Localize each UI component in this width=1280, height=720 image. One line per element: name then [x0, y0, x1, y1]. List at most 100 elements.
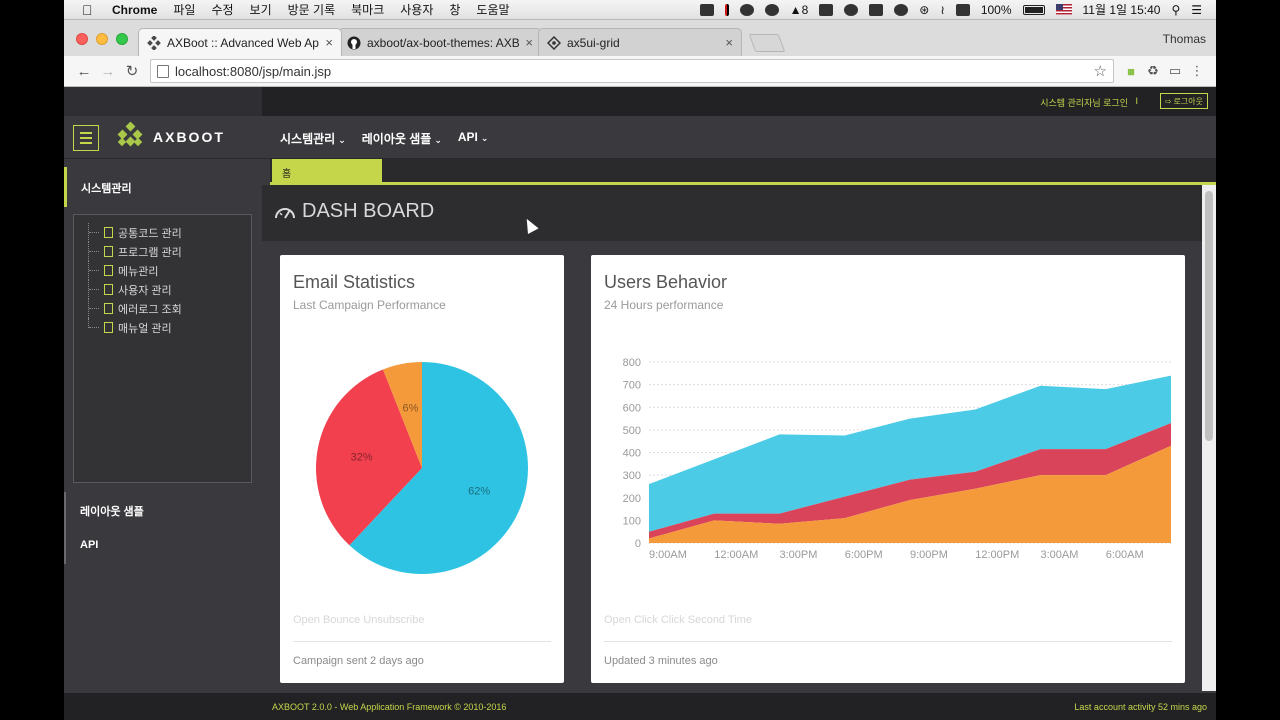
x-tick-label: 9:00PM	[910, 549, 948, 561]
tree-item-user[interactable]: 사용자 관리	[88, 280, 237, 299]
dashboard-content: DASH BOARD Email Statistics Last Campaig…	[262, 185, 1202, 691]
menubar-clock[interactable]: 11월 1일 15:40	[1083, 1, 1161, 18]
tab-close-icon[interactable]: ×	[325, 35, 333, 50]
logout-button[interactable]: ⇨ 로그아웃	[1159, 93, 1208, 109]
topnav-api[interactable]: API ⌄	[458, 130, 489, 147]
logo-text[interactable]: AXBOOT	[153, 129, 225, 145]
menu-window[interactable]: 창	[449, 1, 460, 18]
tree-item-menu[interactable]: 메뉴관리	[88, 261, 237, 280]
address-bar[interactable]: localhost:8080/jsp/main.jsp ☆	[150, 59, 1114, 83]
menu-edit[interactable]: 수정	[211, 1, 233, 18]
content-scrollbar[interactable]	[1202, 185, 1216, 691]
cloud-icon[interactable]	[844, 3, 859, 16]
topnav-label: 레이아웃 샘플	[361, 132, 432, 146]
cast-extension-icon[interactable]: ▭	[1164, 63, 1186, 79]
tree-item-label: 에러로그 조회	[118, 303, 182, 316]
tree-item-program[interactable]: 프로그램 관리	[88, 242, 237, 261]
document-icon	[104, 284, 113, 295]
bookmark-star-icon[interactable]: ☆	[1094, 62, 1107, 80]
menu-app-name[interactable]: Chrome	[112, 3, 157, 17]
wifi-icon[interactable]: ≀	[940, 3, 945, 17]
menu-people[interactable]: 사용자	[400, 1, 433, 18]
menu-history[interactable]: 방문 기록	[288, 1, 336, 18]
page-info-icon[interactable]	[157, 64, 169, 78]
adobe-icon[interactable]: ▲8	[790, 3, 809, 17]
time-machine-icon[interactable]	[894, 3, 909, 16]
topnav-system-management[interactable]: 시스템관리 ⌄	[280, 130, 346, 147]
notification-center-icon[interactable]: ☰	[1191, 3, 1202, 17]
tab-close-icon[interactable]: ×	[525, 35, 533, 50]
y-tick-label: 600	[623, 402, 641, 414]
browser-tab-ax5ui[interactable]: ax5ui-grid ×	[538, 28, 742, 56]
tree-item-common-code[interactable]: 공통코드 관리	[88, 223, 237, 242]
card-title: Email Statistics	[293, 272, 416, 292]
reload-button[interactable]: ↻	[120, 62, 144, 80]
dashboard-gauge-icon	[275, 207, 295, 219]
pie-slice-label: 6%	[403, 403, 419, 415]
y-tick-label: 500	[623, 425, 641, 437]
forward-button[interactable]: →	[96, 63, 120, 80]
menu-help[interactable]: 도움말	[476, 1, 509, 18]
document-icon	[104, 322, 113, 333]
back-button[interactable]: ←	[72, 63, 96, 80]
tab-home[interactable]: 홈	[272, 159, 382, 182]
menu-file[interactable]: 파일	[173, 1, 195, 18]
camera-icon[interactable]	[699, 3, 714, 16]
hamburger-menu-icon[interactable]	[73, 125, 99, 151]
menu-bookmarks[interactable]: 북마크	[351, 1, 384, 18]
bluetooth-icon[interactable]: ⊛	[919, 3, 929, 17]
apple-icon[interactable]: 	[82, 2, 100, 18]
tree-item-error-log[interactable]: 에러로그 조회	[88, 299, 237, 318]
y-tick-label: 200	[623, 493, 641, 505]
url-text[interactable]: localhost:8080/jsp/main.jsp	[175, 64, 331, 79]
footer-copyright: AXBOOT 2.0.0 - Web Application Framework…	[272, 702, 507, 712]
topnav-layout-sample[interactable]: 레이아웃 샘플 ⌄	[362, 130, 442, 147]
card-divider	[604, 641, 1172, 642]
minimize-window-button[interactable]	[96, 33, 108, 45]
us-flag-icon[interactable]	[1055, 4, 1072, 15]
airplay-icon[interactable]	[955, 3, 970, 16]
dropbox-icon[interactable]	[819, 3, 834, 16]
card-legend: Open Bounce Unsubscribe	[293, 614, 425, 626]
login-separator: I	[1135, 96, 1138, 106]
x-tick-label: 3:00AM	[1041, 549, 1079, 561]
clipboard-icon[interactable]	[869, 3, 884, 16]
sidebar-section-system-management[interactable]: 시스템관리	[64, 167, 262, 207]
tree-item-label: 매뉴얼 관리	[118, 322, 172, 335]
spotlight-search-icon[interactable]: ⚲	[1171, 3, 1180, 17]
recording-icon[interactable]	[724, 3, 729, 16]
menu-view[interactable]: 보기	[250, 1, 272, 18]
tree-item-manual[interactable]: 매뉴얼 관리	[88, 318, 237, 337]
recycle-extension-icon[interactable]: ♻	[1142, 63, 1164, 79]
browser-tab-axboot[interactable]: AXBoot :: Advanced Web Appl ×	[138, 28, 342, 56]
chevron-down-icon: ⌄	[480, 133, 489, 143]
chat-icon[interactable]	[764, 3, 779, 16]
y-tick-label: 0	[635, 538, 641, 550]
card-subtitle: 24 Hours performance	[604, 298, 724, 312]
sidebar-tree: 공통코드 관리 프로그램 관리 메뉴관리 사용자 관리 에러로그 조회 매뉴얼 …	[73, 214, 252, 483]
profile-name[interactable]: Thomas	[1163, 32, 1206, 46]
sidebar-group-api[interactable]: API	[64, 528, 262, 564]
browser-tab-github[interactable]: axboot/ax-boot-themes: AXBo ×	[338, 28, 542, 56]
evernote-icon[interactable]	[739, 3, 754, 16]
document-icon	[104, 227, 113, 238]
sidebar-group-layout-sample[interactable]: 레이아웃 샘플	[64, 492, 262, 528]
tree-item-label: 프로그램 관리	[118, 246, 182, 259]
fullscreen-window-button[interactable]	[116, 33, 128, 45]
android-extension-icon[interactable]: ■	[1120, 64, 1142, 79]
card-footer: Campaign sent 2 days ago	[293, 655, 424, 667]
sidebar: 시스템관리 공통코드 관리 프로그램 관리 메뉴관리 사용자 관리 에러로그 조…	[64, 159, 262, 693]
tree-item-label: 사용자 관리	[118, 284, 172, 297]
topnav-label: 시스템관리	[280, 132, 336, 146]
tab-strip: AXBoot :: Advanced Web Appl × axboot/ax-…	[64, 20, 1216, 56]
browser-window: AXBoot :: Advanced Web Appl × axboot/ax-…	[64, 20, 1216, 87]
tab-close-icon[interactable]: ×	[725, 35, 733, 50]
menubar-status-area: ▲8 ⊛ ≀ 100% 11월 1일 15:40 ⚲ ☰	[699, 1, 1216, 18]
close-window-button[interactable]	[76, 33, 88, 45]
chrome-menu-icon[interactable]: ⋮	[1186, 63, 1208, 79]
footer-last-activity: Last account activity 52 mins ago	[1074, 702, 1207, 712]
new-tab-button[interactable]	[748, 34, 786, 52]
battery-icon[interactable]	[1022, 4, 1045, 15]
scrollbar-thumb[interactable]	[1205, 191, 1213, 441]
adobe-count: 8	[801, 2, 809, 17]
